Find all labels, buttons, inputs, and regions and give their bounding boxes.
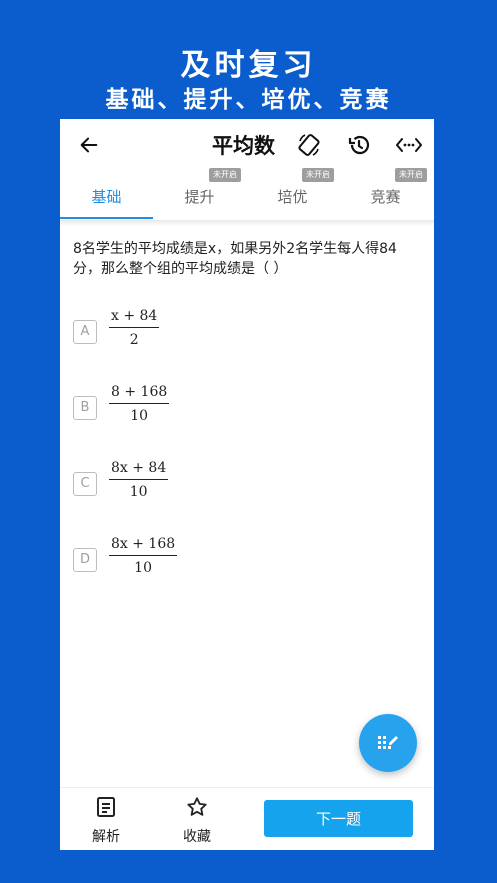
grid-edit-icon bbox=[378, 736, 398, 749]
answer-sheet-button[interactable] bbox=[359, 714, 417, 772]
back-arrow-icon bbox=[80, 137, 98, 153]
locked-badge: 未开启 bbox=[395, 168, 427, 182]
tab-advance[interactable]: 未开启 提升 bbox=[153, 168, 246, 221]
star-icon bbox=[187, 797, 207, 816]
option-b[interactable]: B 8 + 168 10 bbox=[73, 384, 373, 444]
tab-label: 提升 bbox=[184, 188, 215, 206]
tab-basic[interactable]: 基础 bbox=[60, 171, 153, 221]
fraction-denominator: 10 bbox=[129, 484, 148, 500]
fraction-denominator: 2 bbox=[129, 332, 139, 348]
tab-competition[interactable]: 未开启 竞赛 bbox=[339, 168, 432, 221]
promo-subtitle: 基础、提升、培优、竞赛 bbox=[105, 87, 392, 113]
promo-title: 及时复习 bbox=[180, 48, 317, 83]
next-question-button[interactable]: 下一题 bbox=[264, 800, 413, 837]
favorite-button[interactable]: 收藏 bbox=[167, 796, 227, 846]
phone-screen: 平均数 基础 未开启 提升 未开启 培优 未开启 竞赛 8名学生的平均成绩是x，… bbox=[60, 119, 434, 850]
analysis-button[interactable]: 解析 bbox=[76, 796, 136, 846]
rotate-screen-button[interactable] bbox=[295, 131, 323, 159]
tab-label: 培优 bbox=[277, 188, 308, 206]
option-letter: C bbox=[73, 472, 97, 496]
tab-label: 竞赛 bbox=[370, 188, 401, 206]
back-button[interactable] bbox=[76, 132, 102, 158]
option-d[interactable]: D 8x + 168 10 bbox=[73, 536, 373, 596]
option-letter: D bbox=[73, 548, 97, 572]
document-icon bbox=[97, 797, 115, 817]
analysis-label: 解析 bbox=[92, 829, 120, 845]
fraction-numerator: 8x + 168 bbox=[109, 536, 178, 556]
question-text: 8名学生的平均成绩是x，如果另外2名学生每人得84分，那么整个组的平均成绩是（ … bbox=[73, 241, 397, 277]
option-fraction: 8x + 84 10 bbox=[109, 460, 169, 500]
bottom-bar: 解析 收藏 下一题 bbox=[60, 787, 434, 850]
tab-indicator bbox=[60, 217, 153, 219]
fraction-denominator: 10 bbox=[130, 408, 149, 424]
locked-badge: 未开启 bbox=[302, 168, 334, 182]
option-fraction: 8x + 168 10 bbox=[109, 536, 178, 576]
app-bar: 平均数 bbox=[60, 119, 434, 171]
code-button[interactable] bbox=[395, 132, 423, 158]
option-c[interactable]: C 8x + 84 10 bbox=[73, 460, 373, 520]
fraction-numerator: 8x + 84 bbox=[109, 460, 169, 480]
option-a[interactable]: A x + 84 2 bbox=[73, 308, 373, 368]
favorite-label: 收藏 bbox=[183, 829, 211, 845]
fraction-denominator: 10 bbox=[134, 560, 152, 576]
page-title: 平均数 bbox=[212, 134, 275, 158]
history-icon bbox=[348, 135, 370, 155]
divider bbox=[60, 220, 434, 226]
locked-badge: 未开启 bbox=[209, 168, 241, 182]
history-button[interactable] bbox=[346, 132, 372, 158]
option-fraction: x + 84 2 bbox=[109, 308, 160, 348]
screen-rotate-icon bbox=[298, 134, 320, 156]
fraction-numerator: x + 84 bbox=[109, 308, 160, 328]
level-tabs: 基础 未开启 提升 未开启 培优 未开启 竞赛 bbox=[60, 168, 434, 221]
option-letter: B bbox=[73, 396, 97, 420]
tab-excellence[interactable]: 未开启 培优 bbox=[246, 168, 339, 221]
tab-label: 基础 bbox=[91, 188, 122, 206]
option-fraction: 8 + 168 10 bbox=[109, 384, 170, 424]
code-icon bbox=[396, 138, 422, 152]
option-letter: A bbox=[73, 320, 97, 344]
fraction-numerator: 8 + 168 bbox=[109, 384, 170, 404]
